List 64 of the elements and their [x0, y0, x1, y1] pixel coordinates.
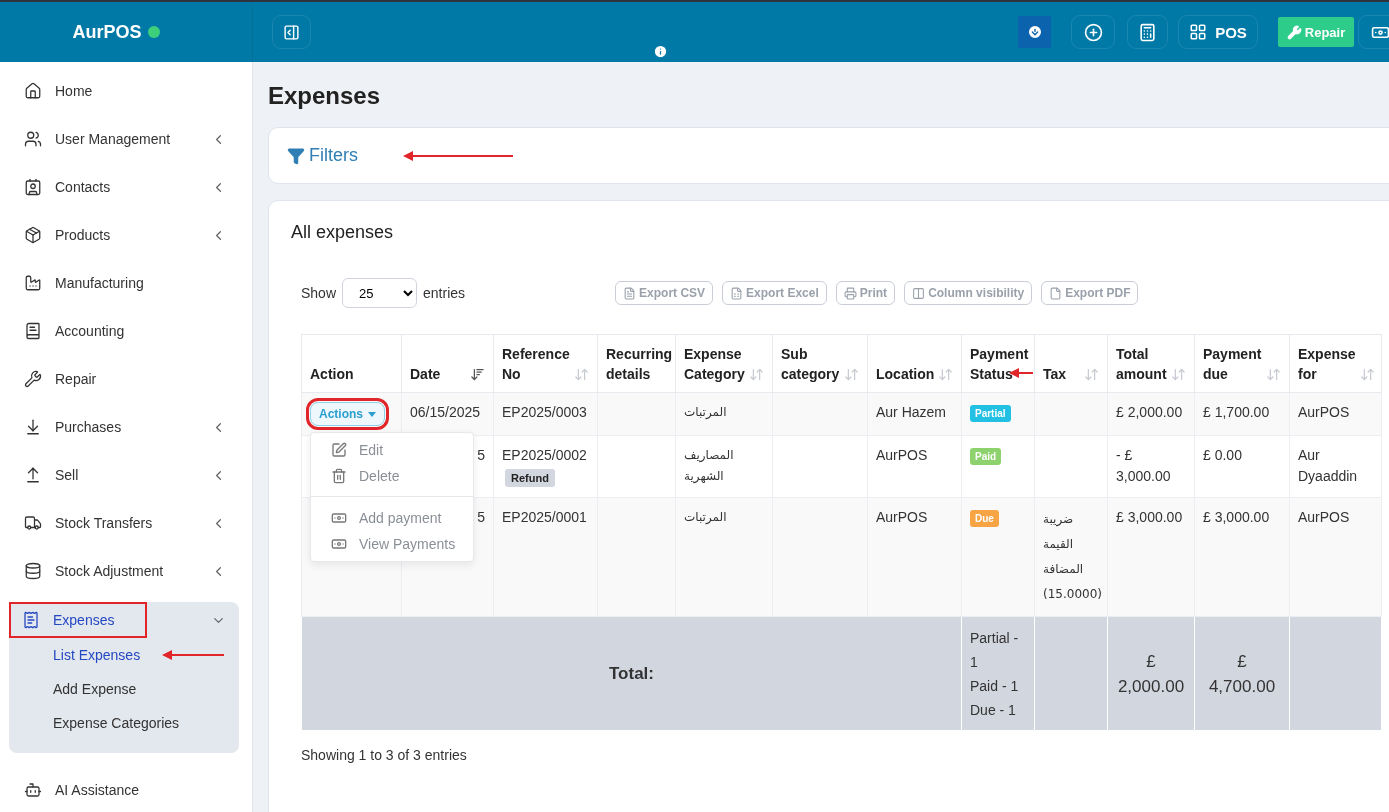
sidebar-item[interactable]: AI Assistance	[0, 772, 150, 808]
column-header[interactable]: Tax	[1034, 334, 1108, 393]
table-cell: - £ 3,000.00	[1107, 435, 1195, 498]
column-header[interactable]: Payment due	[1194, 334, 1290, 393]
column-header[interactable]: Reference No	[493, 334, 598, 393]
status-badge: Partial	[970, 405, 1011, 422]
column-header[interactable]: Action	[301, 334, 402, 393]
page-size-select[interactable]: 25	[342, 278, 418, 308]
table-cell: المصاريف الشهرية	[675, 435, 773, 498]
column-header[interactable]: Date	[401, 334, 494, 393]
table-cell: EP2025/0003	[493, 392, 598, 436]
table-cell: Aur Hazem	[867, 392, 962, 436]
table-cell: £ 1,700.00	[1194, 392, 1290, 436]
sidebar-item[interactable]: Home	[0, 73, 103, 109]
submenu-item[interactable]: List Expenses	[53, 647, 141, 663]
table-cell: AurPOS	[867, 497, 962, 617]
entries-label: entries	[423, 285, 466, 301]
total-due: £ 4,700.00	[1194, 616, 1290, 731]
column-header[interactable]: Expense Category	[675, 334, 773, 393]
sidebar-item[interactable]: Products	[0, 217, 121, 253]
sidebar-item[interactable]: Purchases	[0, 409, 132, 445]
column-header[interactable]: Expense for	[1289, 334, 1382, 393]
table-cell: EP2025/0001	[493, 497, 598, 617]
pos-button[interactable]: POS	[1178, 15, 1258, 49]
sidebar-item[interactable]: Sell	[0, 457, 89, 493]
table-cell: AurPOS	[867, 435, 962, 498]
sidebar-item[interactable]: Contacts	[0, 169, 121, 205]
status-badge: Due	[970, 510, 999, 527]
table-cell: £ 0.00	[1194, 435, 1290, 498]
status-summary: Partial - 1 Paid - 1 Due - 1	[961, 616, 1035, 731]
table-cell: ضريبة القيمة المضافة (15.0000)	[1034, 497, 1108, 617]
column-header[interactable]: Recurring details	[597, 334, 676, 393]
total-amount: £ 2,000.00	[1107, 616, 1195, 731]
total-label: Total:	[301, 616, 962, 731]
status-badge: Paid	[970, 448, 1002, 465]
column-header[interactable]: Sub category	[772, 334, 868, 393]
table-cell: £ 2,000.00	[1107, 392, 1195, 436]
submenu-item[interactable]: Expense Categories	[53, 715, 180, 731]
submenu-item[interactable]: Add Expense	[53, 681, 137, 697]
table-cell: Aur Dyaaddin	[1289, 435, 1382, 498]
sidebar-item[interactable]: Repair	[0, 361, 107, 397]
card-title: All expenses	[291, 221, 395, 243]
sidebar-item[interactable]: Manufacturing	[0, 265, 154, 301]
table-cell: AurPOS	[1289, 497, 1382, 617]
sidebar-item[interactable]: Stock Adjustment	[0, 553, 174, 589]
column-header[interactable]: Total amount	[1107, 334, 1195, 393]
sidebar-item[interactable]: Accounting	[0, 313, 135, 349]
refund-tag: Refund	[505, 469, 555, 487]
sidebar-item[interactable]: Expenses	[9, 602, 148, 638]
table-cell: AurPOS	[1289, 392, 1382, 436]
table-cell: EP2025/0002 Refund	[493, 435, 598, 498]
brand-name: AurPOS	[72, 21, 142, 43]
sidebar-item[interactable]: Stock Transfers	[0, 505, 163, 541]
sidebar-item[interactable]: User Management	[0, 121, 181, 157]
table-cell: £ 3,000.00	[1107, 497, 1195, 617]
table-cell: المرتبات	[675, 392, 773, 436]
table-info: Showing 1 to 3 of 3 entries	[301, 747, 468, 763]
table-cell: المرتبات	[675, 497, 773, 617]
column-header[interactable]: Payment Status	[961, 334, 1035, 393]
column-header[interactable]: Location	[867, 334, 962, 393]
table-cell: £ 3,000.00	[1194, 497, 1290, 617]
filters-toggle[interactable]: Filters	[287, 145, 358, 166]
page-title: Expenses	[268, 82, 382, 110]
show-label: Show	[301, 285, 337, 301]
